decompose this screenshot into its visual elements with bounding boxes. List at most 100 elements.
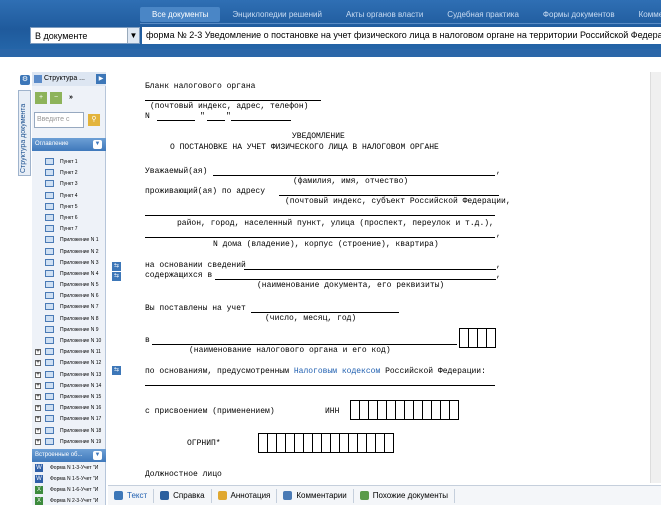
document-icon bbox=[45, 269, 54, 277]
toc-item-label: Приложение N 2 bbox=[60, 248, 99, 255]
nav-comments[interactable]: Коммен bbox=[627, 7, 661, 22]
toc-item[interactable]: + Приложение N 12 bbox=[32, 357, 106, 368]
toc-item[interactable]: Приложение N 10 bbox=[32, 335, 106, 346]
expand-icon[interactable]: + bbox=[35, 416, 41, 423]
toc-item[interactable]: + Приложение N 15 bbox=[32, 391, 106, 402]
toc-item-label: Приложение N 5 bbox=[60, 282, 99, 289]
embedded-item[interactable]: W Форма N 1-3-Учет "И bbox=[32, 462, 106, 473]
document-icon bbox=[45, 325, 54, 333]
toc-item[interactable]: + Приложение N 11 bbox=[32, 346, 106, 357]
collapse-all-icon[interactable]: − bbox=[50, 92, 62, 104]
toc-item-label: Приложение N 11 bbox=[60, 349, 101, 356]
toc-item[interactable]: Приложение N 1 bbox=[32, 234, 106, 245]
embedded-item[interactable]: X Форма N 1-6-Учет "И bbox=[32, 484, 106, 495]
document-scrollbar[interactable] bbox=[650, 72, 661, 483]
toc-item[interactable]: Пункт 4 bbox=[32, 190, 106, 201]
toc-item[interactable]: + Приложение N 16 bbox=[32, 402, 106, 413]
tab-comments[interactable]: Комментарии bbox=[277, 488, 354, 503]
document-icon bbox=[45, 404, 54, 412]
embedded-item[interactable]: X Форма N 2-3-Учет "И bbox=[32, 495, 106, 505]
nav-encyclopedias[interactable]: Энциклопедии решений bbox=[220, 7, 334, 22]
toc-item[interactable]: Приложение N 3 bbox=[32, 257, 106, 268]
toc-item-label: Приложение N 13 bbox=[60, 371, 102, 378]
expand-all-icon[interactable]: + bbox=[35, 92, 47, 104]
chevron-down-icon[interactable]: ▼ bbox=[127, 28, 139, 43]
nav-court-practice[interactable]: Судебная практика bbox=[435, 7, 531, 22]
toc-item-label: Приложение N 15 bbox=[60, 393, 102, 400]
document-icon bbox=[45, 426, 54, 434]
toc-item-label: Приложение N 19 bbox=[60, 438, 102, 445]
tab-text[interactable]: Текст bbox=[108, 488, 155, 503]
toc-item[interactable]: Пункт 5 bbox=[32, 201, 106, 212]
embedded-item-label: Форма N 1-6-Учет "И bbox=[50, 487, 99, 493]
toc-item[interactable]: + Приложение N 13 bbox=[32, 369, 106, 380]
search-scope-select[interactable]: В документе ▼ bbox=[30, 27, 140, 44]
toc-item-label: Пункт 3 bbox=[60, 181, 78, 188]
toc-item-label: Приложение N 16 bbox=[60, 405, 102, 412]
doc-dear: Уважаемый(ая) bbox=[145, 167, 208, 176]
tab-reference[interactable]: Справка bbox=[154, 488, 212, 503]
doc-addr-hint-2: район, город, населенный пункт, улица (п… bbox=[177, 219, 494, 228]
toc-item-label: Приложение N 17 bbox=[60, 416, 102, 423]
doc-inn-label: ИНН bbox=[325, 407, 340, 416]
toc-item[interactable]: Пункт 7 bbox=[32, 223, 106, 234]
document-icon bbox=[45, 359, 54, 367]
toc-item[interactable]: Пункт 1 bbox=[32, 156, 106, 167]
settings-icon[interactable]: ⚙ bbox=[20, 75, 30, 85]
embedded-section-header[interactable]: Встроенные об... ▼ bbox=[32, 449, 106, 462]
tab-similar-documents[interactable]: Похожие документы bbox=[354, 488, 456, 503]
toc-item[interactable]: Приложение N 9 bbox=[32, 324, 106, 335]
nav-all-documents[interactable]: Все документы bbox=[140, 7, 221, 22]
toc-item[interactable]: Приложение N 2 bbox=[32, 246, 106, 257]
chevron-down-icon[interactable]: ▼ bbox=[93, 140, 102, 149]
bottom-tabbar: Текст Справка Аннотация Комментарии Похо… bbox=[108, 485, 661, 505]
chevron-down-icon[interactable]: ▼ bbox=[93, 451, 102, 460]
link-marker-icon[interactable]: ⇆ bbox=[112, 366, 121, 375]
embedded-item-label: Форма N 1-5-Учет "И bbox=[50, 476, 99, 482]
collapse-panel-button[interactable]: ▶ bbox=[96, 74, 106, 84]
structure-search-input[interactable]: Введите с bbox=[34, 112, 84, 128]
toc-item[interactable]: Приложение N 6 bbox=[32, 290, 106, 301]
find-icon[interactable]: ⚲ bbox=[88, 114, 100, 126]
tax-code-link[interactable]: Налоговым кодексом bbox=[294, 367, 380, 376]
toc-item[interactable]: Приложение N 5 bbox=[32, 279, 106, 290]
expand-icon[interactable]: + bbox=[35, 371, 41, 378]
doc-line-number: N bbox=[145, 112, 150, 121]
header-band bbox=[0, 49, 661, 57]
more-button[interactable]: » bbox=[65, 92, 77, 104]
toc-item[interactable]: Приложение N 4 bbox=[32, 268, 106, 279]
doc-basis-1: на основании сведений bbox=[145, 261, 246, 270]
nav-authority-acts[interactable]: Акты органов власти bbox=[334, 7, 435, 22]
expand-icon[interactable]: + bbox=[35, 427, 41, 434]
toc-item[interactable]: + Приложение N 17 bbox=[32, 413, 106, 424]
toc-section-header[interactable]: Оглавление ▼ bbox=[32, 138, 106, 151]
nav-divider bbox=[140, 23, 661, 24]
tab-annotation[interactable]: Аннотация bbox=[212, 488, 278, 503]
expand-icon[interactable]: + bbox=[35, 360, 41, 367]
toc-item[interactable]: Пункт 6 bbox=[32, 212, 106, 223]
expand-icon[interactable]: + bbox=[35, 393, 41, 400]
word-file-icon: W bbox=[35, 464, 43, 472]
toc-item[interactable]: Пункт 3 bbox=[32, 178, 106, 189]
toc-item-label: Пункт 1 bbox=[60, 159, 78, 165]
link-marker-icon[interactable]: ⇆ bbox=[112, 272, 121, 281]
toc-item[interactable]: Приложение N 7 bbox=[32, 301, 106, 312]
document-icon bbox=[45, 180, 54, 188]
expand-icon[interactable]: + bbox=[35, 438, 41, 445]
embedded-item-label: Форма N 2-3-Учет "И bbox=[50, 498, 99, 504]
expand-icon[interactable]: + bbox=[35, 405, 41, 412]
link-marker-icon[interactable]: ⇆ bbox=[112, 262, 121, 271]
nav-document-forms[interactable]: Формы документов bbox=[531, 7, 627, 22]
toc-item-label: Приложение N 1 bbox=[60, 237, 99, 244]
embedded-item[interactable]: W Форма N 1-5-Учет "И bbox=[32, 473, 106, 484]
toc-item[interactable]: + Приложение N 14 bbox=[32, 380, 106, 391]
expand-icon[interactable]: + bbox=[35, 349, 41, 356]
toc-item[interactable]: Приложение N 8 bbox=[32, 313, 106, 324]
expand-icon[interactable]: + bbox=[35, 382, 41, 389]
toc-item[interactable]: Пункт 2 bbox=[32, 167, 106, 178]
doc-title-1: УВЕДОМЛЕНИЕ bbox=[292, 132, 345, 141]
document-icon bbox=[45, 225, 54, 233]
toc-item[interactable]: + Приложение N 19 bbox=[32, 436, 106, 447]
tab-document-structure[interactable]: Структура документа bbox=[18, 90, 31, 176]
toc-item[interactable]: + Приложение N 18 bbox=[32, 425, 106, 436]
